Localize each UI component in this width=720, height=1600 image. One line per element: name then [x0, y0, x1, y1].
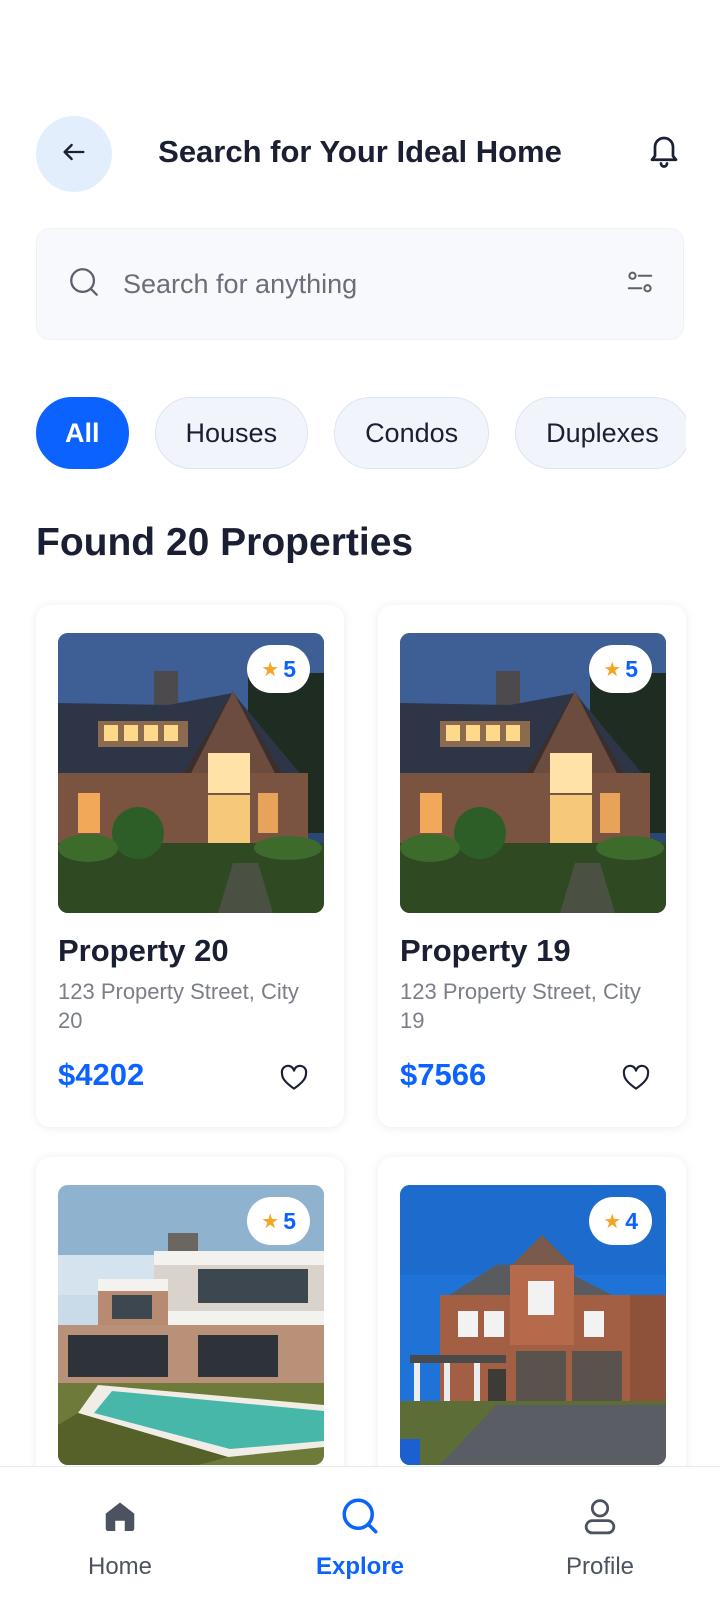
home-icon	[40, 1493, 200, 1539]
chip-condos[interactable]: Condos	[334, 397, 490, 469]
nav-explore-label: Explore	[315, 1553, 405, 1580]
property-photo: ★ 5	[58, 1185, 324, 1465]
star-icon: ★	[603, 658, 622, 681]
category-filter: All Houses Condos Duplexes	[36, 397, 686, 473]
header: Search for Your Ideal Home	[36, 116, 684, 194]
user-icon	[520, 1493, 680, 1539]
chip-houses[interactable]: Houses	[154, 397, 309, 469]
rating-value: 5	[283, 655, 296, 682]
property-name: Property 20	[58, 933, 229, 968]
rating-badge: ★ 5	[247, 1197, 310, 1245]
star-icon: ★	[261, 658, 280, 681]
chip-all[interactable]: All	[36, 397, 129, 469]
favorite-button[interactable]	[278, 1062, 310, 1094]
nav-profile-label: Profile	[565, 1553, 635, 1580]
nav-home[interactable]: Home	[40, 1493, 200, 1581]
favorite-button[interactable]	[620, 1062, 652, 1094]
property-address: 123 Property Street, City 20	[58, 979, 299, 1033]
rating-value: 5	[283, 1207, 296, 1234]
page-title: Search for Your Ideal Home	[158, 134, 562, 169]
property-photo: ★ 5	[400, 633, 666, 913]
heart-icon	[620, 1064, 652, 1098]
rating-badge: ★ 5	[589, 645, 652, 693]
rating-value: 5	[625, 655, 638, 682]
property-card[interactable]: ★ 5 Property 20 123 Property Street, Cit…	[36, 605, 344, 1127]
rating-value: 4	[625, 1207, 638, 1234]
property-name: Property 19	[400, 933, 571, 968]
notifications-button[interactable]	[644, 130, 684, 174]
property-photo: ★ 5	[58, 633, 324, 913]
chip-duplexes[interactable]: Duplexes	[515, 397, 686, 469]
filter-sliders-icon[interactable]	[625, 267, 655, 302]
property-address: 123 Property Street, City 19	[400, 979, 641, 1033]
search-icon	[280, 1493, 440, 1539]
search-bar[interactable]	[36, 228, 684, 340]
property-price: $4202	[58, 1057, 145, 1092]
rating-badge: ★ 4	[589, 1197, 652, 1245]
nav-profile[interactable]: Profile	[520, 1493, 680, 1581]
star-icon: ★	[603, 1210, 622, 1233]
results-count-title: Found 20 Properties	[36, 521, 414, 564]
property-price: $7566	[400, 1057, 487, 1092]
property-card[interactable]: ★ 5 Property 19 123 Property Street, Cit…	[378, 605, 686, 1127]
rating-badge: ★ 5	[247, 645, 310, 693]
heart-icon	[278, 1064, 310, 1098]
star-icon: ★	[261, 1210, 280, 1233]
search-input[interactable]	[123, 268, 625, 300]
nav-home-label: Home	[87, 1553, 153, 1580]
property-photo: ★ 4	[400, 1185, 666, 1465]
nav-explore[interactable]: Explore	[280, 1493, 440, 1581]
bell-icon	[646, 130, 682, 175]
bottom-navigation: Home Explore Profile	[0, 1466, 720, 1600]
search-icon	[67, 265, 101, 304]
